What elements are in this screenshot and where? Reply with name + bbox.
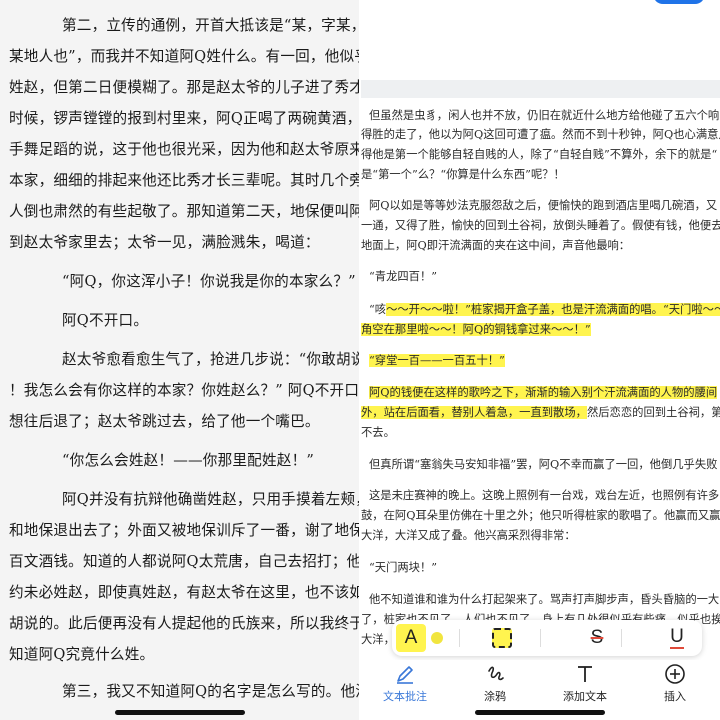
text-segment: 得他是第一个能够自轻自贱的人，除了“自轻自贱”不算外，余下的就是“ [361, 148, 718, 161]
text-segment: 他不知道谁和谁为什么打起架来了。骂声打声脚步声，昏头昏脑的一大 [369, 593, 720, 606]
highlight-color-button[interactable] [426, 624, 448, 652]
nav-label: 涂鸦 [484, 690, 506, 703]
text-line: 第三，我又不知道阿Q的名字是怎么写的。他活 [62, 683, 359, 700]
scribble-icon [455, 662, 535, 686]
top-bar [361, 0, 720, 80]
doc-line: “青龙四百！” [369, 268, 437, 284]
text-line: ！我怎么会有你这样的本家？你姓赵么？” 阿Q不开口， [9, 382, 359, 399]
text-line: “你怎么会姓赵！——你那里配姓赵！” [62, 452, 315, 469]
text-line: 胡说的。此后便再没有人提起他的氏族来，所以我终于不 [9, 615, 359, 632]
doc-line: 一通，又得了胜，愉快的回到土谷祠，放倒头睡着了。假使有钱，他便去 [361, 217, 720, 233]
color-dot-icon [431, 632, 443, 644]
pen-icon [365, 662, 445, 686]
document-page[interactable]: 但虽然是虫豸，闲人也并不放，仍旧在就近什么地方给他碰了五六个响 得胜的走了，他以… [361, 98, 720, 658]
nav-text-annotation[interactable]: 文本批注 [365, 662, 445, 704]
text-segment: 鼓，在阿Q耳朵里仿佛在十里之外；他只听得桩家的歌唱了。他赢而又赢 [361, 509, 720, 522]
highlighted-text[interactable]: 角空在那里啦～～！阿Q的铜钱拿过来～～！” [361, 323, 591, 336]
toolbar-separator [459, 629, 460, 647]
underline-button[interactable]: U [662, 624, 692, 652]
text-line: 第二，立传的通例，开首大抵该是“某，字某， [62, 17, 359, 34]
text-segment: 这是未庄赛神的晚上。这晚上照例有一台戏，戏台左近，也照例有许多 [369, 489, 720, 502]
doc-line: 大洋，大洋又成了叠。他兴高采烈得非常： [361, 527, 576, 543]
text-segment: 阿Q以如是等等妙法克服怨敌之后，便愉快的跑到酒店里喝几碗酒，又 [369, 199, 718, 212]
nav-label: 插入 [664, 690, 686, 703]
doc-line: “咳～～开～～啦！”桩家揭开盒子盖，也是汗流满面的唱。“天门啦～～ [369, 301, 720, 317]
doc-line: 阿Q以如是等等妙法克服怨敌之后，便愉快的跑到酒店里喝几碗酒，又 [369, 197, 717, 213]
done-button[interactable] [653, 0, 705, 4]
text-line: 和地保退出去了；外面又被地保训斥了一番，谢了地保二 [9, 522, 359, 539]
text-line: 想往后退了；赵太爷跳过去，给了他一个嘴巴。 [9, 413, 320, 430]
page-gap [361, 80, 720, 98]
doc-line: 是“第一个”么？“你算是什么东西”呢？！ [361, 166, 565, 182]
text-segment: 大洋，大洋又成了叠。他兴高采烈得非常： [361, 529, 576, 542]
text-line: 时候，锣声镗镗的报到村里来，阿Q正喝了两碗黄酒，便 [9, 110, 359, 127]
text-line: 阿Q不开口。 [62, 312, 149, 329]
text-segment: 一通，又得了胜，愉快的回到土谷祠，放倒头睡着了。假使有钱，他便去 [361, 219, 720, 232]
plus-circle-icon [635, 662, 715, 686]
text-segment: 但虽然是虫豸，闲人也并不放，仍旧在就近什么地方给他碰了五六个响 [369, 109, 720, 122]
text-segment: 地面上，阿Q即汗流满面的夹在这中间，声音他最响： [361, 239, 631, 252]
text-line: 阿Q并没有抗辩他确凿姓赵，只用手摸着左颊， [62, 491, 359, 508]
text-segment: 然后恋恋的回到土谷祠，第 [586, 406, 720, 419]
highlighted-text[interactable]: “穿堂一百——一百五十！” [369, 354, 505, 367]
doc-line: “天门两块！” [369, 559, 437, 575]
doc-line: 外，站在后面看，替别人着急，一直到散场，然后恋恋的回到土谷祠，第 [361, 404, 720, 420]
annotation-panel: 但虽然是虫豸，闲人也并不放，仍旧在就近什么地方给他碰了五六个响 得胜的走了，他以… [361, 0, 720, 720]
doc-line: 但虽然是虫豸，闲人也并不放，仍旧在就近什么地方给他碰了五六个响 [369, 107, 719, 123]
highlighted-text[interactable]: ～～开～～啦！”桩家揭开盒子盖，也是汗流满面的唱。“天门啦～～ [386, 303, 720, 316]
annotation-toolbar: A S U [392, 620, 702, 656]
nav-label: 添加文本 [563, 690, 607, 703]
text-line: 手舞足蹈的说，这于他也很光采，因为他和赵太爷原来是 [9, 141, 359, 158]
text-segment: “咳 [369, 303, 387, 316]
underline-icon: U [670, 626, 684, 649]
highlighted-text[interactable]: 阿Q的钱便在这样的歌吟之下，渐渐的输入别个汗流满面的人物的腰间 [369, 386, 718, 399]
reader-panel: 第二，立传的通例，开首大抵该是“某，字某， 某地人也”，而我并不知道阿Q姓什么。… [0, 0, 359, 720]
doc-line: 地面上，阿Q即汗流满面的夹在这中间，声音他最响： [361, 237, 630, 253]
text-segment: 得胜的走了，他以为阿Q这回可遭了瘟。然而不到十秒钟，阿Q也心满意足 [361, 128, 720, 141]
nav-scribble[interactable]: 涂鸦 [455, 662, 535, 704]
text-segment: 但真所谓“塞翁失马安知非福”罢，阿Q不幸而赢了一回，他倒几乎失败 [369, 458, 718, 471]
doc-line: 他不知道谁和谁为什么打起架来了。骂声打声脚步声，昏头昏脑的一大 [369, 591, 719, 607]
text-line: 到赵太爷家里去；太爷一见，满脸溅朱，喝道： [9, 234, 320, 251]
toolbar-separator [621, 629, 622, 647]
doc-line: 但真所谓“塞翁失马安知非福”罢，阿Q不幸而赢了一回，他倒几乎失败 [369, 456, 717, 472]
strikethrough-button[interactable]: S [582, 624, 612, 652]
text-line: 某地人也”，而我并不知道阿Q姓什么。有一回，他似乎是 [9, 48, 359, 65]
doc-line: 得胜的走了，他以为阿Q这回可遭了瘟。然而不到十秒钟，阿Q也心满意足 [361, 126, 720, 142]
doc-line: 这是未庄赛神的晚上。这晚上照例有一台戏，戏台左近，也照例有许多 [369, 487, 719, 503]
text-line: “阿Q，你这浑小子！你说我是你的本家么？” [62, 273, 356, 290]
dashed-box-icon [492, 628, 512, 648]
text-line: 姓赵，但第二日便模糊了。那是赵太爷的儿子进了秀才的 [9, 79, 359, 96]
home-indicator[interactable] [115, 710, 245, 715]
text-highlight-icon: A [404, 627, 418, 648]
text-T-icon [545, 662, 625, 686]
text-line: 知道阿Q究竟什么姓。 [9, 646, 155, 663]
doc-line: 不去。 [361, 424, 395, 440]
highlighted-text[interactable]: 外，站在后面看，替别人着急，一直到散场， [361, 406, 587, 419]
text-line: 本家，细细的排起来他还比秀才长三辈呢。其时几个旁听 [9, 172, 359, 189]
nav-insert[interactable]: 插入 [635, 662, 715, 704]
text-segment: 是“第一个”么？“你算是什么东西”呢？！ [361, 168, 565, 181]
nav-add-text[interactable]: 添加文本 [545, 662, 625, 704]
home-indicator[interactable] [475, 710, 605, 715]
text-segment: “青龙四百！” [369, 270, 438, 283]
text-segment: 不去。 [361, 426, 395, 439]
area-highlight-button[interactable] [487, 624, 517, 652]
doc-line: 鼓，在阿Q耳朵里仿佛在十里之外；他只听得桩家的歌唱了。他赢而又赢 [361, 507, 720, 523]
text-line: 百文酒钱。知道的人都说阿Q太荒唐，自己去招打；他大 [9, 553, 359, 570]
doc-line: 得他是第一个能够自轻自贱的人，除了“自轻自贱”不算外，余下的就是“ [361, 146, 717, 162]
text-line: 人倒也肃然的有些起敬了。那知道第二天，地保便叫阿Q [9, 203, 359, 220]
text-highlight-button[interactable]: A [396, 624, 426, 652]
text-line: 约未必姓赵，即使真姓赵，有赵太爷在这里，也不该如此 [9, 584, 359, 601]
doc-line: 阿Q的钱便在这样的歌吟之下，渐渐的输入别个汗流满面的人物的腰间 [369, 384, 718, 400]
toolbar-separator [540, 629, 541, 647]
doc-line: 角空在那里啦～～！阿Q的铜钱拿过来～～！” [361, 321, 591, 337]
text-line: 赵太爷愈看愈生气了，抢进几步说：“你敢胡说 [62, 351, 359, 368]
text-segment: “天门两块！” [369, 561, 438, 574]
nav-label: 文本批注 [383, 690, 427, 703]
strikethrough-icon: S [590, 627, 604, 648]
doc-line: “穿堂一百——一百五十！” [369, 352, 505, 368]
